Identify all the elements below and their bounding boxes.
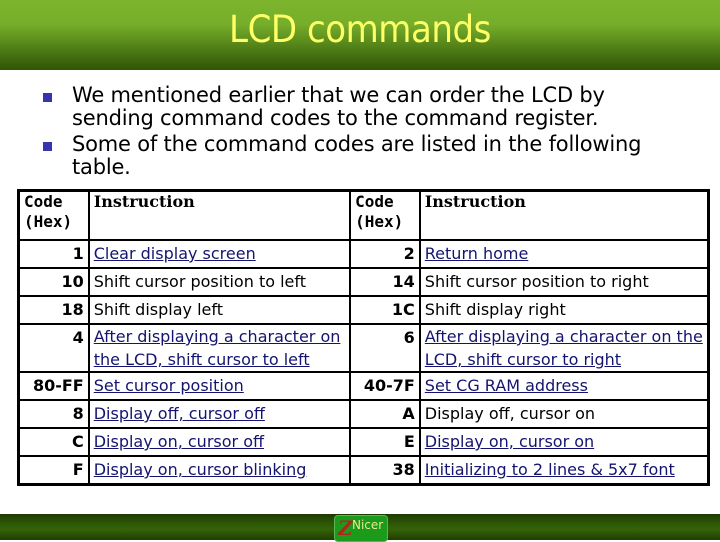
table-row: 1 Clear display screen 2 Return home <box>17 239 710 269</box>
command-instruction: Display off, cursor on <box>418 399 710 429</box>
nicer-logo-icon: Z Nicer <box>334 515 388 542</box>
command-instruction[interactable]: Initializing to 2 lines & 5x7 font <box>418 455 710 486</box>
bullet-line: sending command codes to the command reg… <box>72 106 599 130</box>
table-row: 18 Shift display left 1C Shift display righ… <box>17 295 710 325</box>
command-code: 10 <box>17 267 90 297</box>
bullet-list: We mentioned earlier that we can order t… <box>40 84 700 182</box>
instruction-link[interactable]: Clear display screen <box>94 244 256 263</box>
instruction-link[interactable]: Display on, cursor blinking <box>94 460 307 479</box>
bullet-item: Some of the command codes are listed in … <box>40 133 700 179</box>
instruction-link[interactable]: Display on, cursor on <box>425 432 594 451</box>
instruction-link[interactable]: After displaying a character on the <box>425 327 703 346</box>
command-code: A <box>349 399 421 429</box>
instruction-link[interactable]: After displaying a character on <box>94 327 341 346</box>
command-code: 1C <box>349 295 421 325</box>
header-code-hex: Code (Hex) <box>17 189 90 241</box>
command-instruction[interactable]: Display on, cursor on <box>418 427 710 457</box>
instruction-link[interactable]: Display on, cursor off <box>94 432 264 451</box>
command-instruction[interactable]: After displaying a character on the LCD, … <box>418 323 710 373</box>
header-code-label: Code <box>355 192 394 211</box>
command-code: F <box>17 455 90 486</box>
header-code-hex: Code (Hex) <box>349 189 421 241</box>
command-code: E <box>349 427 421 457</box>
table-row: 80-FF Set cursor position 40-7F Set CG RAM … <box>17 371 710 401</box>
instruction-link[interactable]: Display off, cursor off <box>94 404 265 423</box>
table-header-row: Code (Hex) Instruction Code (Hex) Instru… <box>17 189 710 241</box>
bullet-line: table. <box>72 155 131 179</box>
command-code: 38 <box>349 455 421 486</box>
command-code: C <box>17 427 90 457</box>
command-instruction: Shift cursor position to right <box>418 267 710 297</box>
command-code: 2 <box>349 239 421 269</box>
command-code: 80-FF <box>17 371 90 401</box>
instruction-link[interactable]: Set CG RAM address <box>425 376 588 395</box>
command-instruction: Shift cursor position to left <box>87 267 352 297</box>
command-code: 18 <box>17 295 90 325</box>
command-instruction[interactable]: Display on, cursor off <box>87 427 352 457</box>
table-row: 8 Display off, cursor off A Display off, cu… <box>17 399 710 429</box>
command-code: 40-7F <box>349 371 421 401</box>
command-instruction[interactable]: Display off, cursor off <box>87 399 352 429</box>
bullet-line: We mentioned earlier that we can order t… <box>72 83 605 107</box>
table-body: 1 Clear display screen 2 Return home 10 Shift… <box>17 239 710 486</box>
command-instruction[interactable]: Clear display screen <box>87 239 352 269</box>
command-table: Code (Hex) Instruction Code (Hex) Instru… <box>17 189 710 486</box>
instruction-text: Shift display right <box>424 300 566 319</box>
command-instruction[interactable]: Return home <box>418 239 710 269</box>
command-code: 4 <box>17 323 90 373</box>
table-row: C Display on, cursor off E Display on, curs… <box>17 427 710 457</box>
command-code: 8 <box>17 399 90 429</box>
instruction-link[interactable]: the LCD, shift cursor to left <box>94 350 310 369</box>
instruction-link[interactable]: Set cursor position <box>94 376 244 395</box>
instruction-text: Shift cursor position to left <box>93 272 306 291</box>
table-row: 10 Shift cursor position to left 14 Shift c… <box>17 267 710 297</box>
logo-text: Nicer <box>352 518 384 532</box>
command-instruction: Shift display left <box>87 295 352 325</box>
command-instruction[interactable]: After displaying a character on the LCD, … <box>87 323 352 373</box>
table-row: 4 After displaying a character on the LCD,… <box>17 323 710 373</box>
bullet-line: Some of the command codes are listed in … <box>72 132 642 156</box>
header-instruction: Instruction <box>87 189 352 241</box>
instruction-link[interactable]: Return home <box>425 244 529 263</box>
command-code: 6 <box>349 323 421 373</box>
command-instruction: Shift display right <box>418 295 710 325</box>
square-bullet-icon <box>43 93 52 102</box>
header-hex-label: (Hex) <box>355 212 404 231</box>
logo-mark: Z <box>338 516 353 540</box>
command-instruction[interactable]: Set CG RAM address <box>418 371 710 401</box>
instruction-link[interactable]: Initializing to 2 lines & 5x7 font <box>425 460 675 479</box>
header-code-label: Code <box>24 192 63 211</box>
table-row: F Display on, cursor blinking 38 Initializi… <box>17 455 710 486</box>
command-instruction[interactable]: Display on, cursor blinking <box>87 455 352 486</box>
square-bullet-icon <box>43 142 52 151</box>
command-code: 1 <box>17 239 90 269</box>
instruction-text: Shift cursor position to right <box>424 272 649 291</box>
instruction-link[interactable]: LCD, shift cursor to right <box>425 350 621 369</box>
command-code: 14 <box>349 267 421 297</box>
header-instruction: Instruction <box>418 189 710 241</box>
slide-title: LCD commands <box>229 8 491 51</box>
instruction-text: Shift display left <box>93 300 223 319</box>
command-instruction[interactable]: Set cursor position <box>87 371 352 401</box>
instruction-text: Display off, cursor on <box>424 404 596 423</box>
header-hex-label: (Hex) <box>24 212 73 231</box>
bullet-item: We mentioned earlier that we can order t… <box>40 84 700 130</box>
title-bar: LCD commands <box>0 0 720 70</box>
